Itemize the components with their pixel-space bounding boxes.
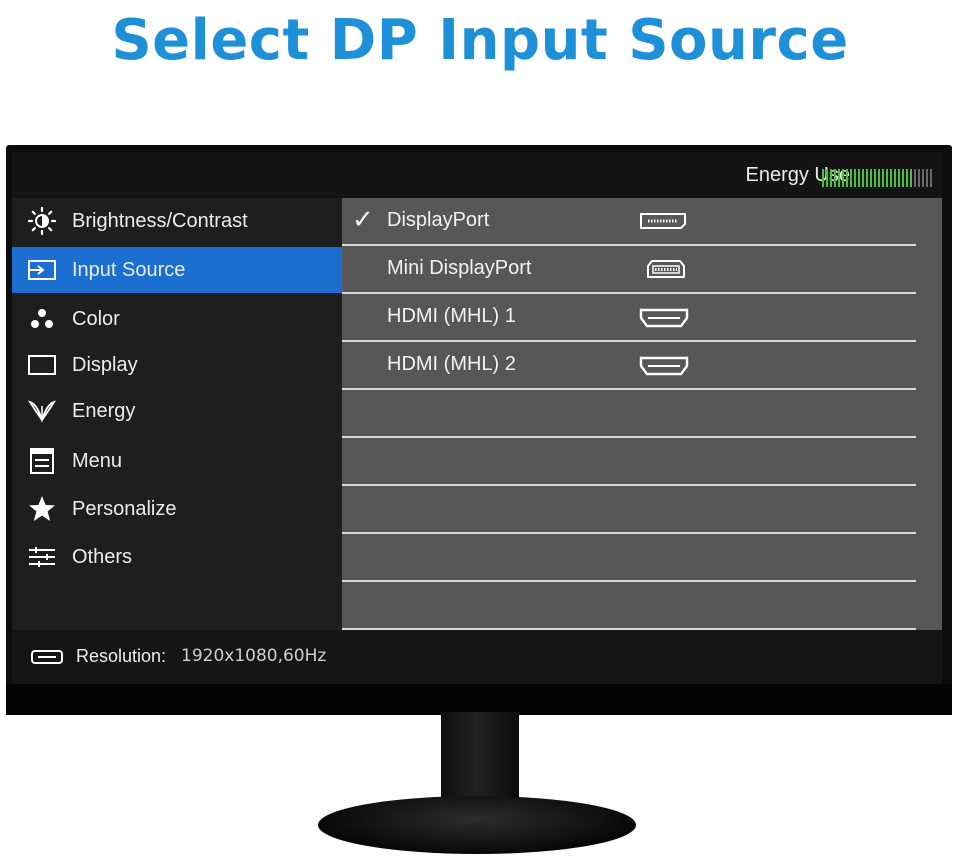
energy-bar-segment bbox=[830, 169, 832, 187]
energy-bar-segment bbox=[922, 169, 924, 187]
input-option-label: DisplayPort bbox=[387, 209, 490, 231]
energy-bar-segment bbox=[886, 169, 888, 187]
hdmi-icon bbox=[638, 354, 690, 384]
energy-bar-segment bbox=[878, 169, 880, 187]
energy-bar-segment bbox=[838, 169, 840, 187]
energy-bar-segment bbox=[870, 169, 872, 187]
energy-bar-segment bbox=[930, 169, 932, 187]
energy-bar-segment bbox=[890, 169, 892, 187]
resolution-label: Resolution: bbox=[76, 646, 167, 666]
input-option-label: Mini DisplayPort bbox=[387, 257, 532, 279]
energy-bar-segment bbox=[914, 169, 916, 187]
resolution-port-icon bbox=[30, 648, 64, 671]
menu-item-brightness-contrast[interactable]: Brightness/Contrast bbox=[12, 198, 342, 244]
energy-bar-segment bbox=[854, 169, 856, 187]
input-option-mini-displayport[interactable]: Mini DisplayPort bbox=[342, 246, 916, 294]
menu-label: Energy bbox=[72, 399, 136, 422]
input-option-hdmi-mhl-1[interactable]: HDMI (MHL) 1 bbox=[342, 294, 916, 342]
input-options-panel: ✓ DisplayPort Mini DisplayPort HDMI (MHL… bbox=[342, 198, 942, 630]
menu-item-display[interactable]: Display bbox=[12, 342, 342, 388]
menu-label: Input Source bbox=[72, 258, 186, 281]
resolution-value: 1920x1080,60Hz bbox=[181, 646, 327, 666]
menu-label: Brightness/Contrast bbox=[72, 209, 248, 232]
input-option-label: HDMI (MHL) 1 bbox=[387, 305, 516, 327]
energy-bar-segment bbox=[898, 169, 900, 187]
star-icon bbox=[26, 495, 58, 523]
energy-leaf-icon bbox=[26, 397, 58, 425]
menu-item-energy[interactable]: Energy bbox=[12, 388, 342, 434]
input-source-icon bbox=[26, 256, 58, 284]
osd-menu-panel: Brightness/Contrast Input Source Color D… bbox=[12, 198, 342, 630]
energy-bar-segment bbox=[910, 169, 912, 187]
energy-bar-segment bbox=[842, 169, 844, 187]
menu-icon bbox=[26, 447, 58, 475]
energy-bar-segment bbox=[882, 169, 884, 187]
input-option-displayport[interactable]: ✓ DisplayPort bbox=[342, 198, 916, 246]
input-option-empty bbox=[342, 390, 916, 438]
displayport-icon bbox=[638, 210, 688, 238]
energy-bar-segment bbox=[918, 169, 920, 187]
monitor-stand-base bbox=[318, 796, 636, 854]
energy-bar-segment bbox=[834, 169, 836, 187]
energy-bar-segment bbox=[906, 169, 908, 187]
energy-bar-segment bbox=[846, 169, 848, 187]
menu-item-color[interactable]: Color bbox=[12, 296, 342, 342]
input-option-hdmi-mhl-2[interactable]: HDMI (MHL) 2 bbox=[342, 342, 916, 390]
hdmi-icon bbox=[638, 306, 690, 336]
input-option-empty bbox=[342, 438, 916, 486]
energy-bar-segment bbox=[926, 169, 928, 187]
energy-bar-segment bbox=[822, 169, 824, 187]
input-option-label: HDMI (MHL) 2 bbox=[387, 353, 516, 375]
energy-bar-segment bbox=[866, 169, 868, 187]
menu-item-personalize[interactable]: Personalize bbox=[12, 486, 342, 532]
energy-bar-segment bbox=[858, 169, 860, 187]
energy-use-meter bbox=[822, 169, 932, 187]
menu-label: Personalize bbox=[72, 497, 177, 520]
energy-bar-segment bbox=[862, 169, 864, 187]
energy-bar-segment bbox=[850, 169, 852, 187]
checkmark-icon: ✓ bbox=[352, 204, 374, 234]
sliders-icon bbox=[26, 543, 58, 571]
input-option-empty bbox=[342, 582, 916, 630]
menu-label: Display bbox=[72, 353, 138, 376]
menu-label: Others bbox=[72, 545, 133, 568]
menu-label: Menu bbox=[72, 449, 123, 472]
osd-screen: Energy Use Brightness/Contrast Input Sou… bbox=[12, 152, 942, 684]
mini-displayport-icon bbox=[646, 258, 686, 286]
energy-bar-segment bbox=[902, 169, 904, 187]
display-icon bbox=[26, 351, 58, 379]
menu-label: Color bbox=[72, 307, 120, 330]
energy-bar-segment bbox=[894, 169, 896, 187]
brightness-icon bbox=[26, 206, 58, 236]
osd-top-bar: Energy Use bbox=[12, 152, 942, 198]
menu-item-others[interactable]: Others bbox=[12, 534, 342, 580]
color-icon bbox=[26, 305, 58, 333]
page-headline: Select DP Input Source bbox=[111, 8, 849, 73]
monitor-chin bbox=[6, 684, 952, 715]
menu-item-menu[interactable]: Menu bbox=[12, 438, 342, 484]
menu-item-input-source[interactable]: Input Source bbox=[12, 247, 342, 293]
osd-status-bar: Resolution: 1920x1080,60Hz bbox=[12, 630, 942, 684]
energy-bar-segment bbox=[874, 169, 876, 187]
energy-bar-segment bbox=[826, 169, 828, 187]
input-option-empty bbox=[342, 534, 916, 582]
input-option-empty bbox=[342, 486, 916, 534]
